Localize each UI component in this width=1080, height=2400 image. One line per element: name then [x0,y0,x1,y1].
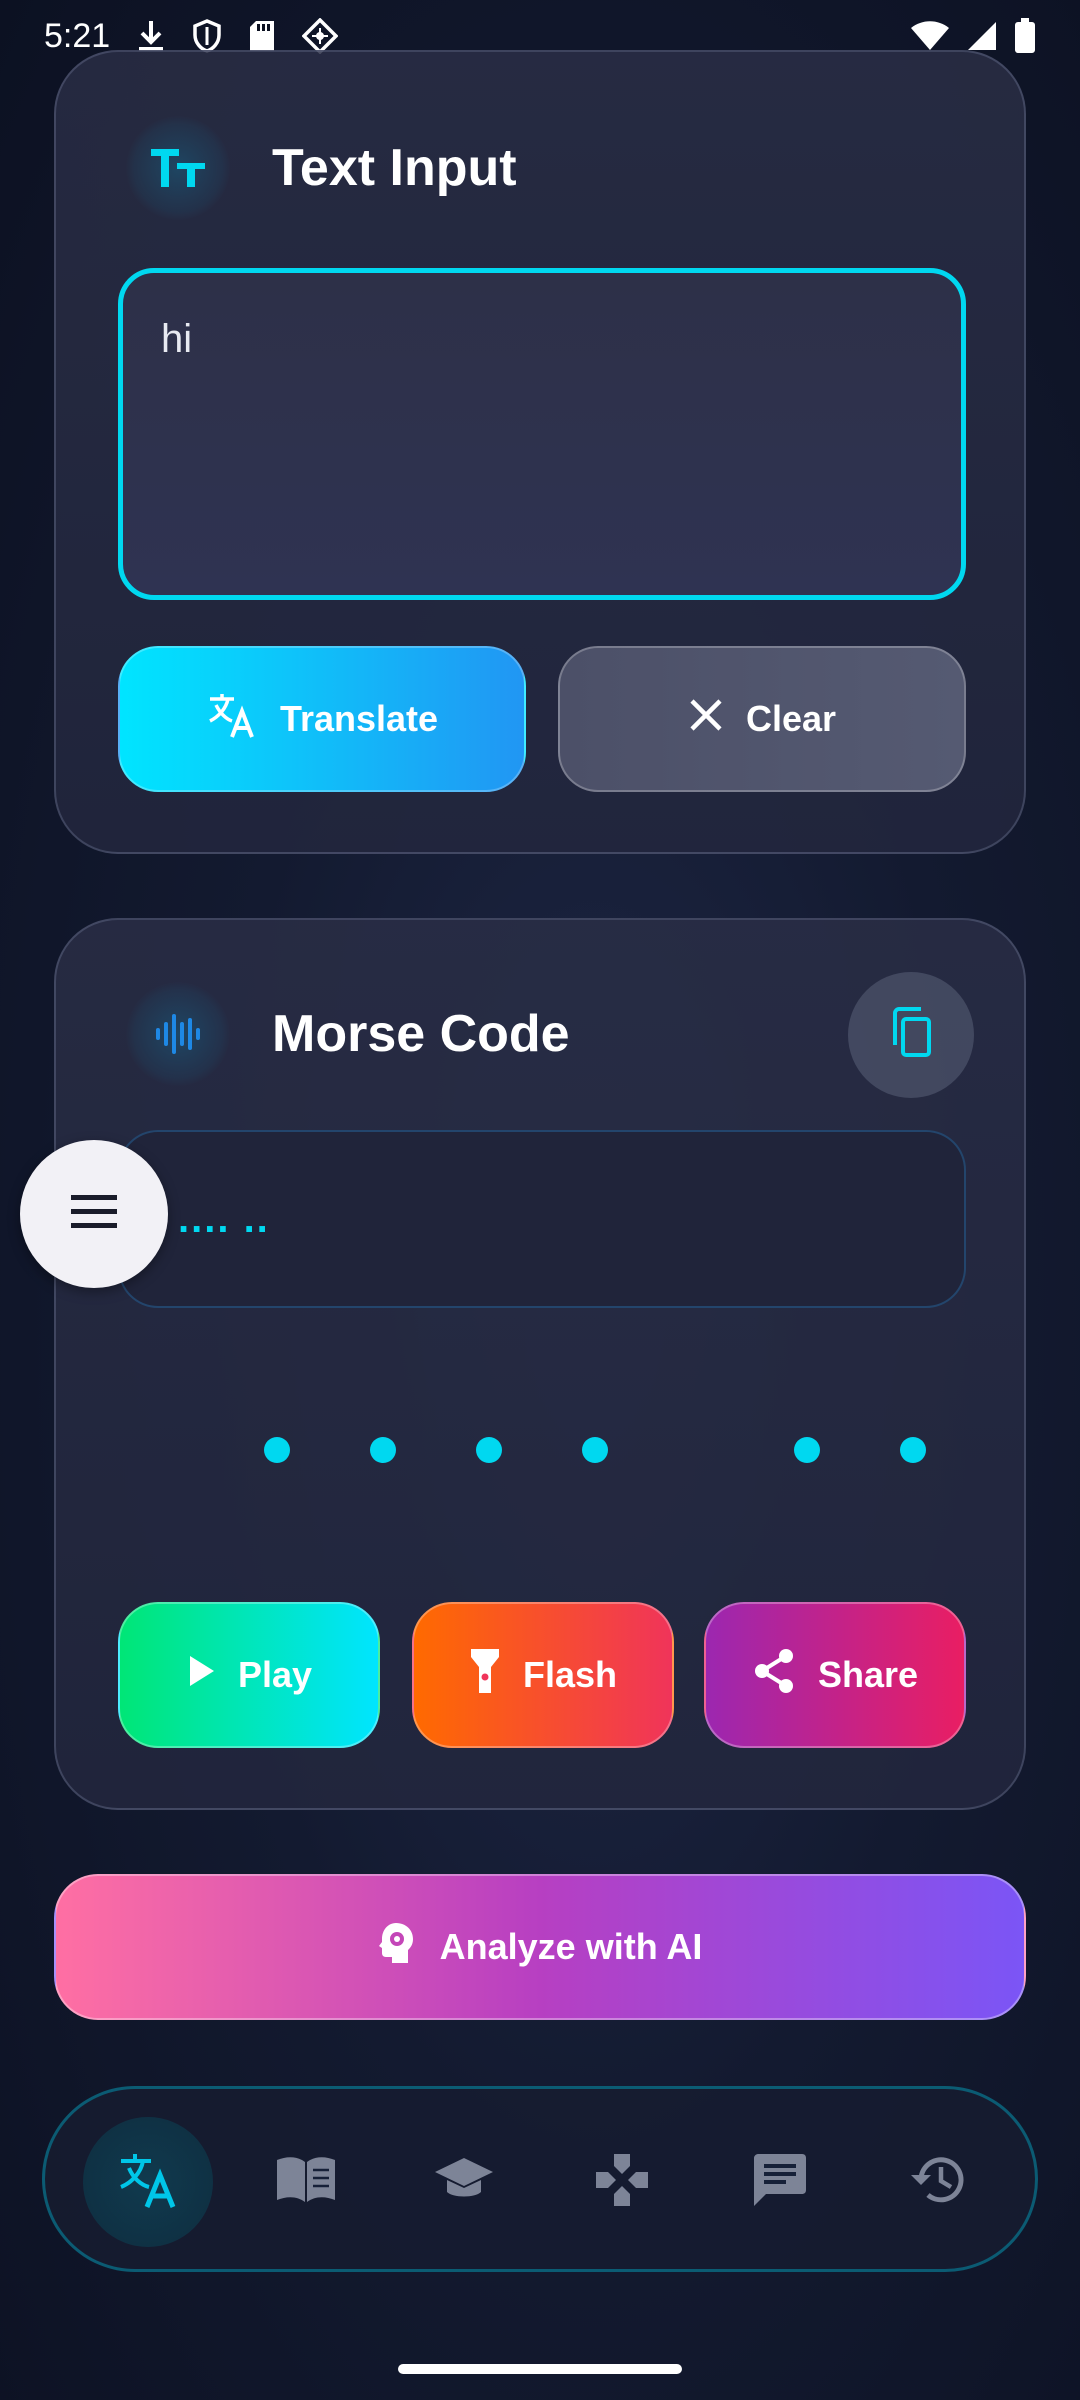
sd-card-icon [248,19,276,53]
translate-icon [117,2151,179,2214]
book-icon [275,2156,337,2209]
shield-icon [192,19,222,53]
text-input-value: hi [161,317,193,361]
card-title: Morse Code [272,1005,570,1063]
translate-label: Translate [279,698,439,739]
signal-dot [476,1437,502,1463]
nav-item-chat[interactable] [715,2117,845,2247]
home-indicator[interactable] [398,2364,682,2374]
signal-visualizer [56,1430,1028,1470]
nav-item-translate[interactable] [83,2117,213,2247]
download-icon [136,19,166,53]
share-icon [752,1648,796,1703]
copy-icon [887,1006,935,1064]
share-label: Share [817,1654,919,1695]
text-input-header: Text Input [126,116,517,220]
flash-label: Flash [522,1654,618,1695]
morse-code-card: Morse Code .... .. Play Flash Share [54,918,1026,1810]
play-icon [186,1654,216,1697]
card-title: Text Input [272,139,517,197]
nav-item-dictionary[interactable] [241,2117,371,2247]
text-input-field[interactable]: hi [118,268,966,600]
vpn-icon [302,18,339,54]
menu-button[interactable] [20,1140,168,1288]
play-label: Play [237,1654,313,1695]
text-format-icon [126,116,230,220]
history-icon [909,2153,967,2212]
signal-icon [966,20,998,52]
chat-icon [752,2152,808,2213]
signal-dot [794,1437,820,1463]
analyze-label: Analyze with AI [439,1926,703,1967]
clear-button[interactable]: Clear [558,646,966,792]
translate-button[interactable]: Translate [118,646,526,792]
wifi-icon [910,20,950,52]
flash-button[interactable]: Flash [412,1602,674,1748]
play-button[interactable]: Play [118,1602,380,1748]
text-input-card: Text Input hi Translate Clear [54,50,1026,854]
analyze-ai-button[interactable]: Analyze with AI [54,1874,1026,2020]
flashlight-icon [469,1647,501,1704]
morse-output-field[interactable]: .... .. [118,1130,966,1308]
nav-item-learn[interactable] [399,2117,529,2247]
close-icon [688,697,724,742]
graduation-cap-icon [433,2156,495,2209]
menu-icon [69,1193,119,1236]
nav-item-games[interactable] [557,2117,687,2247]
signal-dot [900,1437,926,1463]
morse-output-text: .... .. [178,1196,270,1241]
clear-label: Clear [745,698,837,739]
nav-item-history[interactable] [873,2117,1003,2247]
morse-code-header: Morse Code [126,982,570,1086]
translate-icon [206,691,258,748]
ai-brain-icon [378,1921,416,1974]
gamepad-icon [594,2152,650,2213]
signal-dot [582,1437,608,1463]
status-time: 5:21 [44,16,111,55]
share-button[interactable]: Share [704,1602,966,1748]
signal-dot [264,1437,290,1463]
battery-icon [1014,18,1036,54]
signal-dot [370,1437,396,1463]
sound-wave-icon [126,982,230,1086]
copy-button[interactable] [848,972,974,1098]
bottom-navigation [42,2086,1038,2272]
